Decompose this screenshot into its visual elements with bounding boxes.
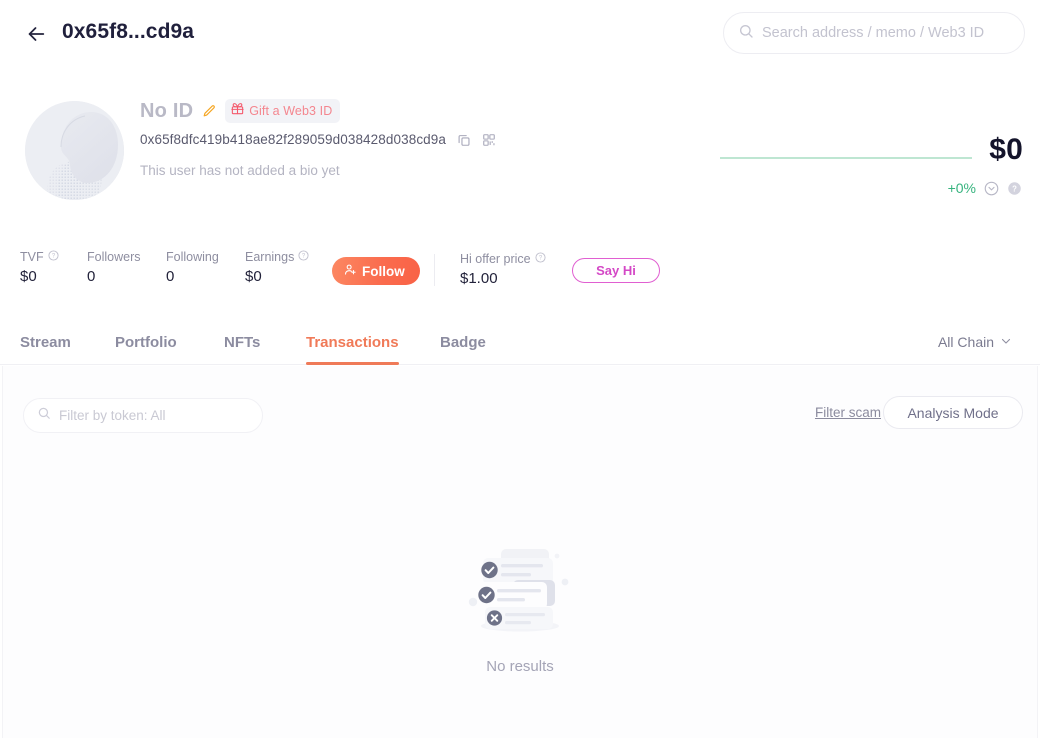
question-circle-icon[interactable]: ?: [1007, 181, 1022, 196]
action-divider: [434, 254, 435, 286]
stat-label: Earnings: [245, 250, 294, 264]
default-avatar: [25, 101, 124, 200]
token-filter-input[interactable]: [59, 408, 249, 423]
stat-value: $0: [245, 268, 309, 285]
tab-stream[interactable]: Stream: [20, 322, 71, 365]
search-icon: [37, 406, 51, 425]
svg-text:?: ?: [51, 254, 55, 260]
tab-nfts[interactable]: NFTs: [224, 322, 260, 365]
back-button[interactable]: [24, 22, 48, 46]
empty-list-icon: [461, 544, 579, 636]
stat-value: 0: [87, 268, 141, 285]
tab-underline: [306, 362, 399, 365]
balance-sparkline: [720, 147, 972, 151]
transactions-panel: Filter scam Analysis Mode: [2, 366, 1038, 738]
svg-text:?: ?: [538, 256, 542, 262]
profile-bio: This user has not added a bio yet: [140, 163, 340, 178]
tab-badge[interactable]: Badge: [440, 322, 486, 365]
gift-web3-id-badge[interactable]: Gift a Web3 ID: [225, 99, 340, 123]
follow-button[interactable]: Follow: [332, 257, 420, 285]
tab-transactions[interactable]: Transactions: [306, 322, 399, 365]
hi-offer-label: Hi offer price: [460, 252, 531, 266]
arrow-left-icon: [25, 23, 47, 45]
balance-change-row: +0% ?: [948, 180, 1022, 196]
stat-label: TVF: [20, 250, 44, 264]
chain-filter-label: All Chain: [938, 334, 994, 350]
display-name: No ID: [140, 100, 193, 123]
stat-label: Following: [166, 250, 219, 264]
question-circle-icon[interactable]: ?: [48, 250, 59, 264]
stat-label: Followers: [87, 250, 141, 264]
pencil-icon[interactable]: [202, 104, 216, 118]
address-row: 0x65f8dfc419b418ae82f289059d038428d038cd…: [140, 132, 496, 147]
tab-label: Stream: [20, 334, 71, 351]
chain-filter-dropdown[interactable]: All Chain: [938, 334, 1012, 350]
page-title: 0x65f8...cd9a: [62, 20, 194, 44]
token-filter[interactable]: [23, 398, 263, 433]
search-input[interactable]: [762, 25, 1010, 41]
chevron-down-icon: [1000, 334, 1012, 350]
stat-value: 0: [166, 268, 219, 285]
identity-row: No ID Gift a Web3 ID: [140, 99, 340, 123]
question-circle-icon[interactable]: ?: [298, 250, 309, 264]
wallet-address: 0x65f8dfc419b418ae82f289059d038428d038cd…: [140, 132, 446, 147]
follow-button-label: Follow: [362, 264, 405, 279]
empty-state-label: No results: [486, 658, 554, 675]
filter-scam-link[interactable]: Filter scam: [815, 405, 881, 420]
copy-icon[interactable]: [457, 133, 471, 147]
gift-icon: [231, 102, 244, 120]
tab-label: Badge: [440, 334, 486, 351]
profile-page: 0x65f8...cd9a: [0, 0, 1040, 738]
global-search[interactable]: [723, 12, 1025, 54]
stat-tvf: TVF ? $0: [20, 250, 59, 285]
say-hi-button[interactable]: Say Hi: [572, 258, 660, 283]
top-bar: 0x65f8...cd9a: [0, 0, 1040, 66]
hi-offer-price: Hi offer price ? $1.00: [460, 252, 546, 287]
tab-label: NFTs: [224, 334, 260, 351]
stat-followers[interactable]: Followers 0: [87, 250, 141, 285]
stat-earnings: Earnings ? $0: [245, 250, 309, 285]
tab-label: Portfolio: [115, 334, 177, 351]
gift-badge-label: Gift a Web3 ID: [249, 104, 332, 118]
svg-text:?: ?: [1012, 184, 1017, 193]
hi-offer-value: $1.00: [460, 270, 546, 287]
search-icon: [738, 23, 754, 44]
user-plus-icon: [344, 263, 357, 279]
stat-following[interactable]: Following 0: [166, 250, 219, 285]
balance-amount: $0: [989, 133, 1023, 167]
question-circle-icon[interactable]: ?: [535, 252, 546, 266]
qr-code-icon[interactable]: [482, 133, 496, 147]
stat-value: $0: [20, 268, 59, 285]
tab-bar: Stream Portfolio NFTs Transactions Badge: [0, 322, 1040, 365]
svg-text:?: ?: [302, 254, 306, 260]
tab-portfolio[interactable]: Portfolio: [115, 322, 177, 365]
tab-label: Transactions: [306, 334, 399, 351]
balance-change: +0%: [948, 180, 976, 196]
chevron-down-circle-icon[interactable]: [984, 181, 999, 196]
analysis-mode-button[interactable]: Analysis Mode: [883, 396, 1023, 429]
empty-state: No results: [3, 544, 1037, 675]
avatar: [25, 101, 124, 200]
